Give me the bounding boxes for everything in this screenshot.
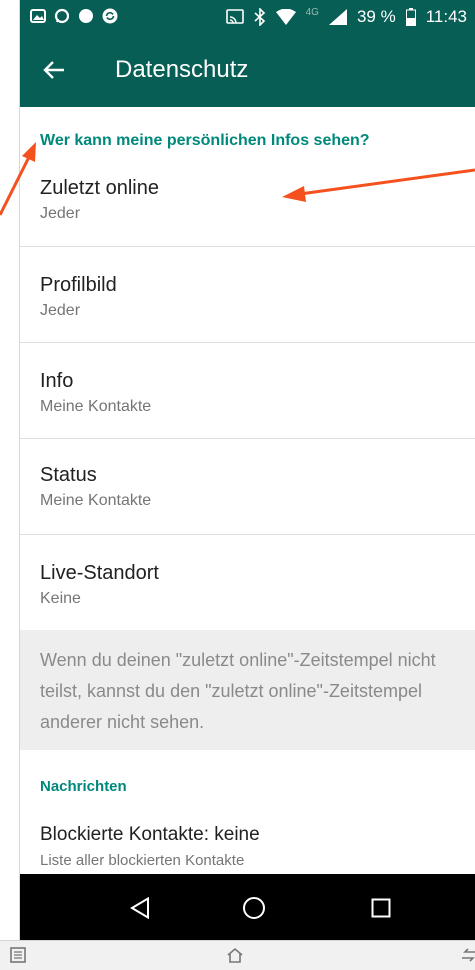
annotation-arrow-left — [0, 142, 36, 216]
browser-bottom-strip — [0, 940, 475, 970]
annotation-arrow-right — [282, 168, 475, 202]
document-icon[interactable] — [10, 947, 26, 963]
annotation-layer — [0, 142, 475, 216]
home-icon[interactable] — [227, 947, 243, 963]
swap-icon[interactable] — [462, 947, 475, 963]
